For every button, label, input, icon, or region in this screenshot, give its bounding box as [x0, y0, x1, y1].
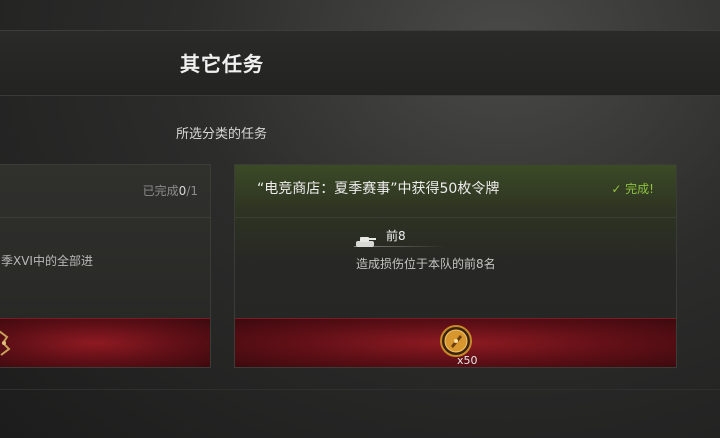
header-band — [0, 30, 720, 96]
mission-card-left[interactable]: 已完成0/1 季XVI中的全部进 — [0, 164, 211, 368]
token-icon[interactable] — [440, 325, 472, 357]
page-title: 其它任务 — [180, 52, 264, 76]
bottom-divider — [0, 389, 720, 390]
emblem-icon — [0, 330, 11, 356]
condition-name: 前8 — [386, 229, 406, 243]
mission-title: “电竞商店：夏季赛事”中获得50枚令牌 — [257, 181, 500, 197]
mission-progress: 已完成0/1 — [143, 182, 198, 199]
progress-total: /1 — [186, 184, 198, 198]
mission-card-right[interactable]: “电竞商店：夏季赛事”中获得50枚令牌 ✓ 完成! 前8 造成损伤位于本队的前8… — [234, 164, 677, 368]
card-divider — [0, 217, 210, 218]
card-divider — [235, 217, 676, 218]
condition-description: 造成损伤位于本队的前8名 — [356, 257, 496, 271]
reward-count: x50 — [457, 354, 478, 367]
mission-complete-status: ✓ 完成! — [611, 182, 654, 196]
mission-description: 季XVI中的全部进 — [1, 254, 93, 268]
condition-underline — [354, 246, 446, 247]
section-label: 所选分类的任务 — [176, 127, 268, 142]
reward-band — [0, 318, 210, 367]
progress-prefix: 已完成 — [142, 184, 179, 198]
